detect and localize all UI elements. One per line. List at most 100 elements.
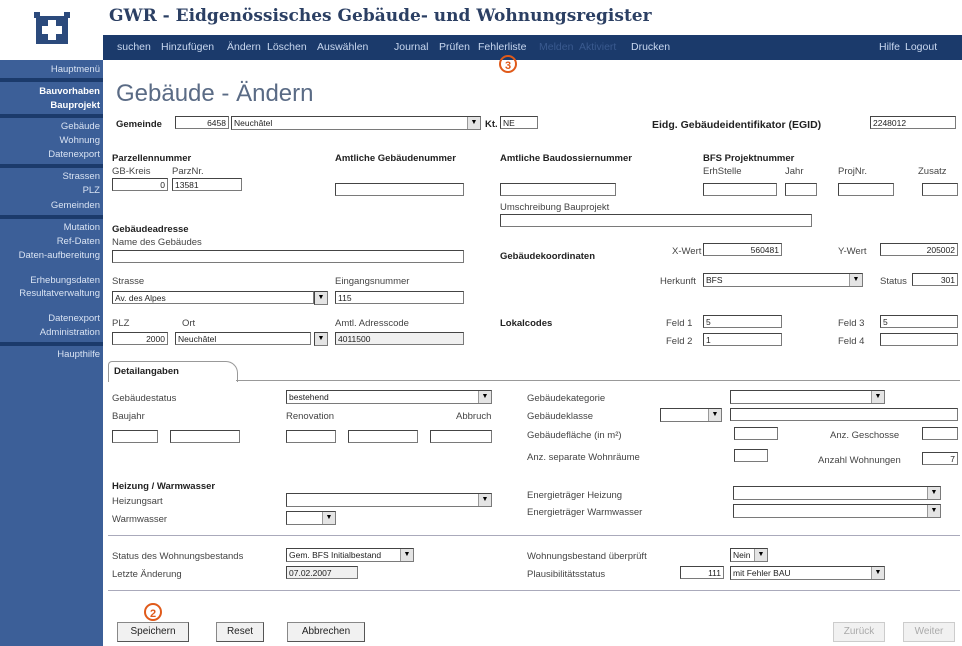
heizungsart-select[interactable]: ▼ xyxy=(286,493,492,507)
gebaeudeklasse-select[interactable]: ▼ xyxy=(660,408,722,422)
herkunft-select[interactable]: BFS ▼ xyxy=(703,273,863,287)
ywert-field[interactable]: 205002 xyxy=(880,243,958,256)
separate-wohnraeume-field[interactable] xyxy=(734,449,768,462)
ywert-label: Y-Wert xyxy=(838,246,867,257)
sidebar-item-plz[interactable]: PLZ xyxy=(83,185,100,196)
feld3-field[interactable]: 5 xyxy=(880,315,958,328)
amtl-baudossiernummer-label: Amtliche Baudossiernummer xyxy=(500,153,632,164)
wohnungsbestand-status-select[interactable]: Gem. BFS Initialbestand ▼ xyxy=(286,548,414,562)
sidebar-item-hauptmenu[interactable]: Hauptmenü xyxy=(51,64,100,75)
letzte-aenderung-label: Letzte Änderung xyxy=(112,569,182,580)
gebaeudestatus-select-value: bestehend xyxy=(289,392,329,402)
renovation-field-2[interactable] xyxy=(348,430,418,443)
status-field[interactable]: 301 xyxy=(912,273,958,286)
egid-field[interactable]: 2248012 xyxy=(870,116,956,129)
sidebar-item-mutation[interactable]: Mutation xyxy=(64,222,100,233)
cancel-button[interactable]: Abbrechen xyxy=(287,622,365,642)
heizungsart-label: Heizungsart xyxy=(112,496,163,507)
sidebar-item-datenexport[interactable]: Datenexport xyxy=(48,149,100,160)
energietraeger-warmwasser-select[interactable]: ▼ xyxy=(733,504,941,518)
kt-field[interactable]: NE xyxy=(500,116,538,129)
menu-pruefen[interactable]: Prüfen xyxy=(439,41,470,53)
next-button[interactable]: Weiter xyxy=(903,622,955,642)
plausibilitaetsstatus-code-field: 111 xyxy=(680,566,724,579)
wohnungsbestand-status-value: Gem. BFS Initialbestand xyxy=(289,550,382,560)
sidebar-item-gemeinden[interactable]: Gemeinden xyxy=(51,200,100,211)
baujahr-field-2[interactable] xyxy=(170,430,240,443)
menu-drucken[interactable]: Drucken xyxy=(631,41,670,53)
baujahr-field-1[interactable] xyxy=(112,430,158,443)
menu-suchen[interactable]: suchen xyxy=(117,41,151,53)
feld4-field[interactable] xyxy=(880,333,958,346)
ort-dropdown[interactable]: ▼ xyxy=(314,332,328,346)
sidebar-item-bauprojekt[interactable]: Bauprojekt xyxy=(50,100,100,111)
menu-aendern[interactable]: Ändern xyxy=(227,41,261,53)
eingangsnummer-field[interactable]: 115 xyxy=(335,291,464,304)
plz-field[interactable]: 2000 xyxy=(112,332,168,345)
amtl-baudossiernummer-field[interactable] xyxy=(500,183,616,196)
menu-loeschen[interactable]: Löschen xyxy=(267,41,307,53)
strasse-field[interactable]: Av. des Alpes xyxy=(112,291,314,304)
section-divider xyxy=(108,535,960,536)
reset-button[interactable]: Reset xyxy=(216,622,264,642)
sidebar-item-strassen[interactable]: Strassen xyxy=(63,171,101,182)
sidebar-item-administration[interactable]: Administration xyxy=(40,327,100,338)
menu-logout[interactable]: Logout xyxy=(905,41,937,53)
adresscode-label: Amtl. Adresscode xyxy=(335,318,409,329)
gebaeudeklasse-label: Gebäudeklasse xyxy=(527,411,594,422)
chevron-down-icon: ▼ xyxy=(467,117,480,129)
sidebar-item-resultatverwaltung[interactable]: Resultatverwaltung xyxy=(0,289,100,299)
tab-label: Detailangaben xyxy=(114,366,179,377)
sidebar-item-wohnung[interactable]: Wohnung xyxy=(60,135,101,146)
sidebar-item-gebaeude[interactable]: Gebäude xyxy=(61,121,100,132)
gemeinde-nr-field[interactable]: 6458 xyxy=(175,116,229,129)
menu-journal[interactable]: Journal xyxy=(394,41,428,53)
renovation-field-1[interactable] xyxy=(286,430,336,443)
plausibilitaetsstatus-value: mit Fehler BAU xyxy=(733,568,791,578)
menu-auswaehlen[interactable]: Auswählen xyxy=(317,41,368,53)
anz-geschosse-field[interactable] xyxy=(922,427,958,440)
sidebar-item-datenaufbereitung[interactable]: Daten-aufbereitung xyxy=(0,251,100,261)
abbruch-field[interactable] xyxy=(430,430,492,443)
sidebar-item-haupthilfe[interactable]: Haupthilfe xyxy=(57,349,100,360)
gebaeudeflaeche-field[interactable] xyxy=(734,427,778,440)
ueberprueft-value: Nein xyxy=(733,550,751,560)
erhstelle-field[interactable] xyxy=(703,183,777,196)
jahr-field[interactable] xyxy=(785,183,817,196)
ort-field[interactable]: Neuchâtel xyxy=(175,332,311,345)
gebaeudekategorie-select[interactable]: ▼ xyxy=(730,390,885,404)
xwert-field[interactable]: 560481 xyxy=(703,243,782,256)
name-gebaeude-field[interactable] xyxy=(112,250,464,263)
feld1-field[interactable]: 5 xyxy=(703,315,782,328)
energietraeger-heizung-select[interactable]: ▼ xyxy=(733,486,941,500)
parznr-field[interactable]: 13581 xyxy=(172,178,242,191)
back-button[interactable]: Zurück xyxy=(833,622,885,642)
sidebar-item-bauvorhaben[interactable]: Bauvorhaben xyxy=(39,86,100,97)
gebaeudeklasse-text-field[interactable] xyxy=(730,408,958,421)
sidebar: Hauptmenü Bauvorhaben Bauprojekt Gebäude… xyxy=(0,60,103,646)
zusatz-field[interactable] xyxy=(922,183,958,196)
umschreibung-field[interactable] xyxy=(500,214,812,227)
gemeinde-select[interactable]: Neuchâtel ▼ xyxy=(231,116,481,130)
wohnungsbestand-ueberprueft-select[interactable]: Nein ▼ xyxy=(730,548,768,562)
menu-hilfe[interactable]: Hilfe xyxy=(879,41,900,53)
sidebar-item-erhebungsdaten[interactable]: Erhebungsdaten xyxy=(30,275,100,286)
sidebar-item-ref-daten[interactable]: Ref-Daten xyxy=(57,236,100,247)
gebaeudestatus-select[interactable]: bestehend ▼ xyxy=(286,390,492,404)
plausibilitaetsstatus-select[interactable]: mit Fehler BAU ▼ xyxy=(730,566,885,580)
anzahl-wohnungen-field[interactable]: 7 xyxy=(922,452,958,465)
gb-kreis-field[interactable]: 0 xyxy=(112,178,168,191)
feld1-label: Feld 1 xyxy=(666,318,693,329)
name-gebaeude-label: Name des Gebäudes xyxy=(112,237,202,248)
warmwasser-select[interactable]: ▼ xyxy=(286,511,336,525)
amtl-gebaeudenummer-field[interactable] xyxy=(335,183,464,196)
feld2-field[interactable]: 1 xyxy=(703,333,782,346)
strasse-dropdown[interactable]: ▼ xyxy=(314,291,328,305)
sidebar-item-datenexport-2[interactable]: Datenexport xyxy=(48,313,100,324)
projnr-field[interactable] xyxy=(838,183,894,196)
save-button[interactable]: Speichern xyxy=(117,622,189,642)
tab-detailangaben[interactable]: Detailangaben xyxy=(108,361,238,382)
menu-hinzufuegen[interactable]: Hinzufügen xyxy=(161,41,214,53)
menu-fehlerliste[interactable]: Fehlerliste xyxy=(478,41,526,53)
lokalcodes-label: Lokalcodes xyxy=(500,318,553,329)
